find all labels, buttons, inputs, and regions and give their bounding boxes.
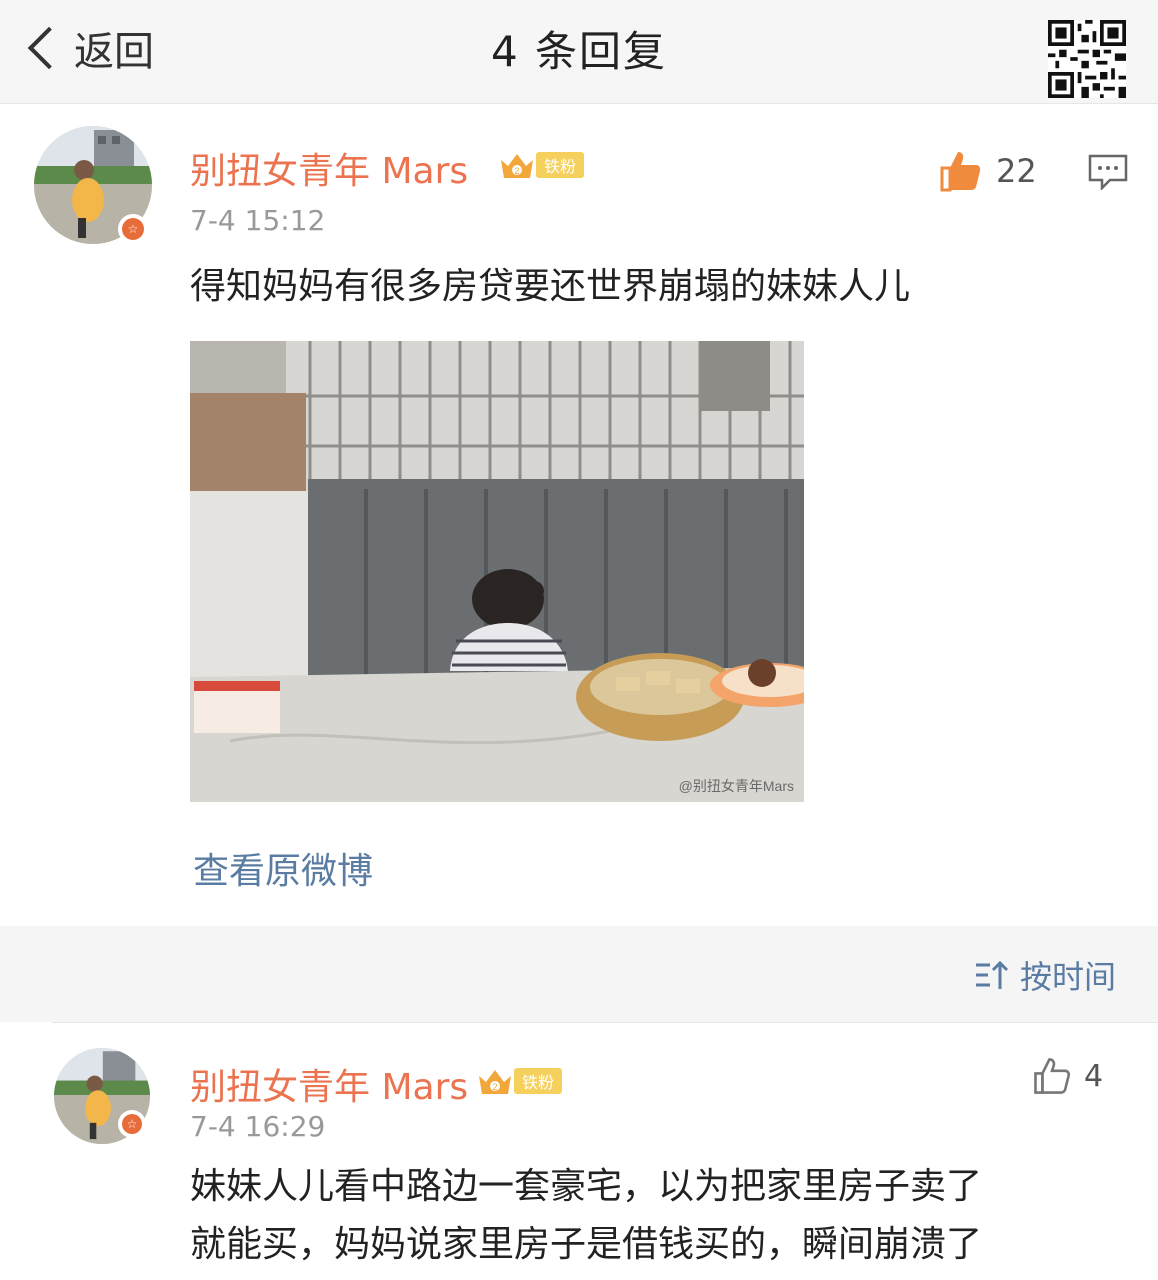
like-count: 22 [996,152,1037,190]
crown-icon: 2 [479,1070,511,1094]
reply-text-line-2: 就能买，妈妈说家里房子是借钱买的，瞬间崩溃了 [190,1224,983,1265]
sort-label: 按时间 [1019,958,1116,996]
reply-item: ☆ 别扭女青年 Mars 2 铁粉 7-4 16:29 4 妹妹人儿看中路边一套… [0,1022,1158,1280]
verified-badge-icon: ☆ [118,1110,146,1138]
reply-timestamp: 7-4 16:29 [190,1110,326,1143]
sort-icon [975,960,1009,989]
thumbs-up-icon [940,152,981,192]
reply-text-line-1: 妹妹人儿看中路边一套豪宅，以为把家里房子卖了 [190,1166,983,1207]
like-button[interactable]: 22 [938,148,1037,194]
attached-photo[interactable]: @别扭女青年Mars [190,341,804,802]
reply-like-count: 4 [1084,1058,1104,1094]
svg-text:2: 2 [492,1082,497,1092]
divider [52,1022,1158,1023]
reply-fan-badge: 2 铁粉 [476,1064,563,1098]
svg-text:2: 2 [514,166,519,176]
main-comment: ☆ 别扭女青年 Mars 2 铁粉 7-4 15:12 22 得知妈妈有很多房贷… [0,104,1158,926]
comment-text: 得知妈妈有很多房贷要还世界崩塌的妹妹人儿 [190,266,911,307]
reply-like-button[interactable]: 4 [1032,1056,1103,1096]
crown-icon: 2 [501,154,533,178]
thumbs-up-icon [1034,1058,1071,1094]
view-original-link[interactable]: 查看原微博 [193,842,373,894]
username[interactable]: 别扭女青年 Mars [190,142,468,194]
reply-username[interactable]: 别扭女青年 Mars [190,1058,468,1110]
top-nav-bar: 返回 4 条回复 [0,0,1158,104]
comment-icon[interactable] [1088,154,1128,190]
page-title: 4 条回复 [490,27,668,76]
verified-badge-icon: ☆ [118,214,148,244]
timestamp: 7-4 15:12 [190,204,326,237]
badge-label: 铁粉 [536,152,585,178]
qr-code-icon[interactable] [1048,20,1126,98]
sort-bar: 按时间 [0,926,1158,1022]
badge-label: 铁粉 [514,1068,563,1094]
fan-badge: 2 铁粉 [498,148,585,182]
sort-button[interactable]: 按时间 [974,952,1116,998]
photo-watermark: @别扭女青年Mars [679,778,794,794]
